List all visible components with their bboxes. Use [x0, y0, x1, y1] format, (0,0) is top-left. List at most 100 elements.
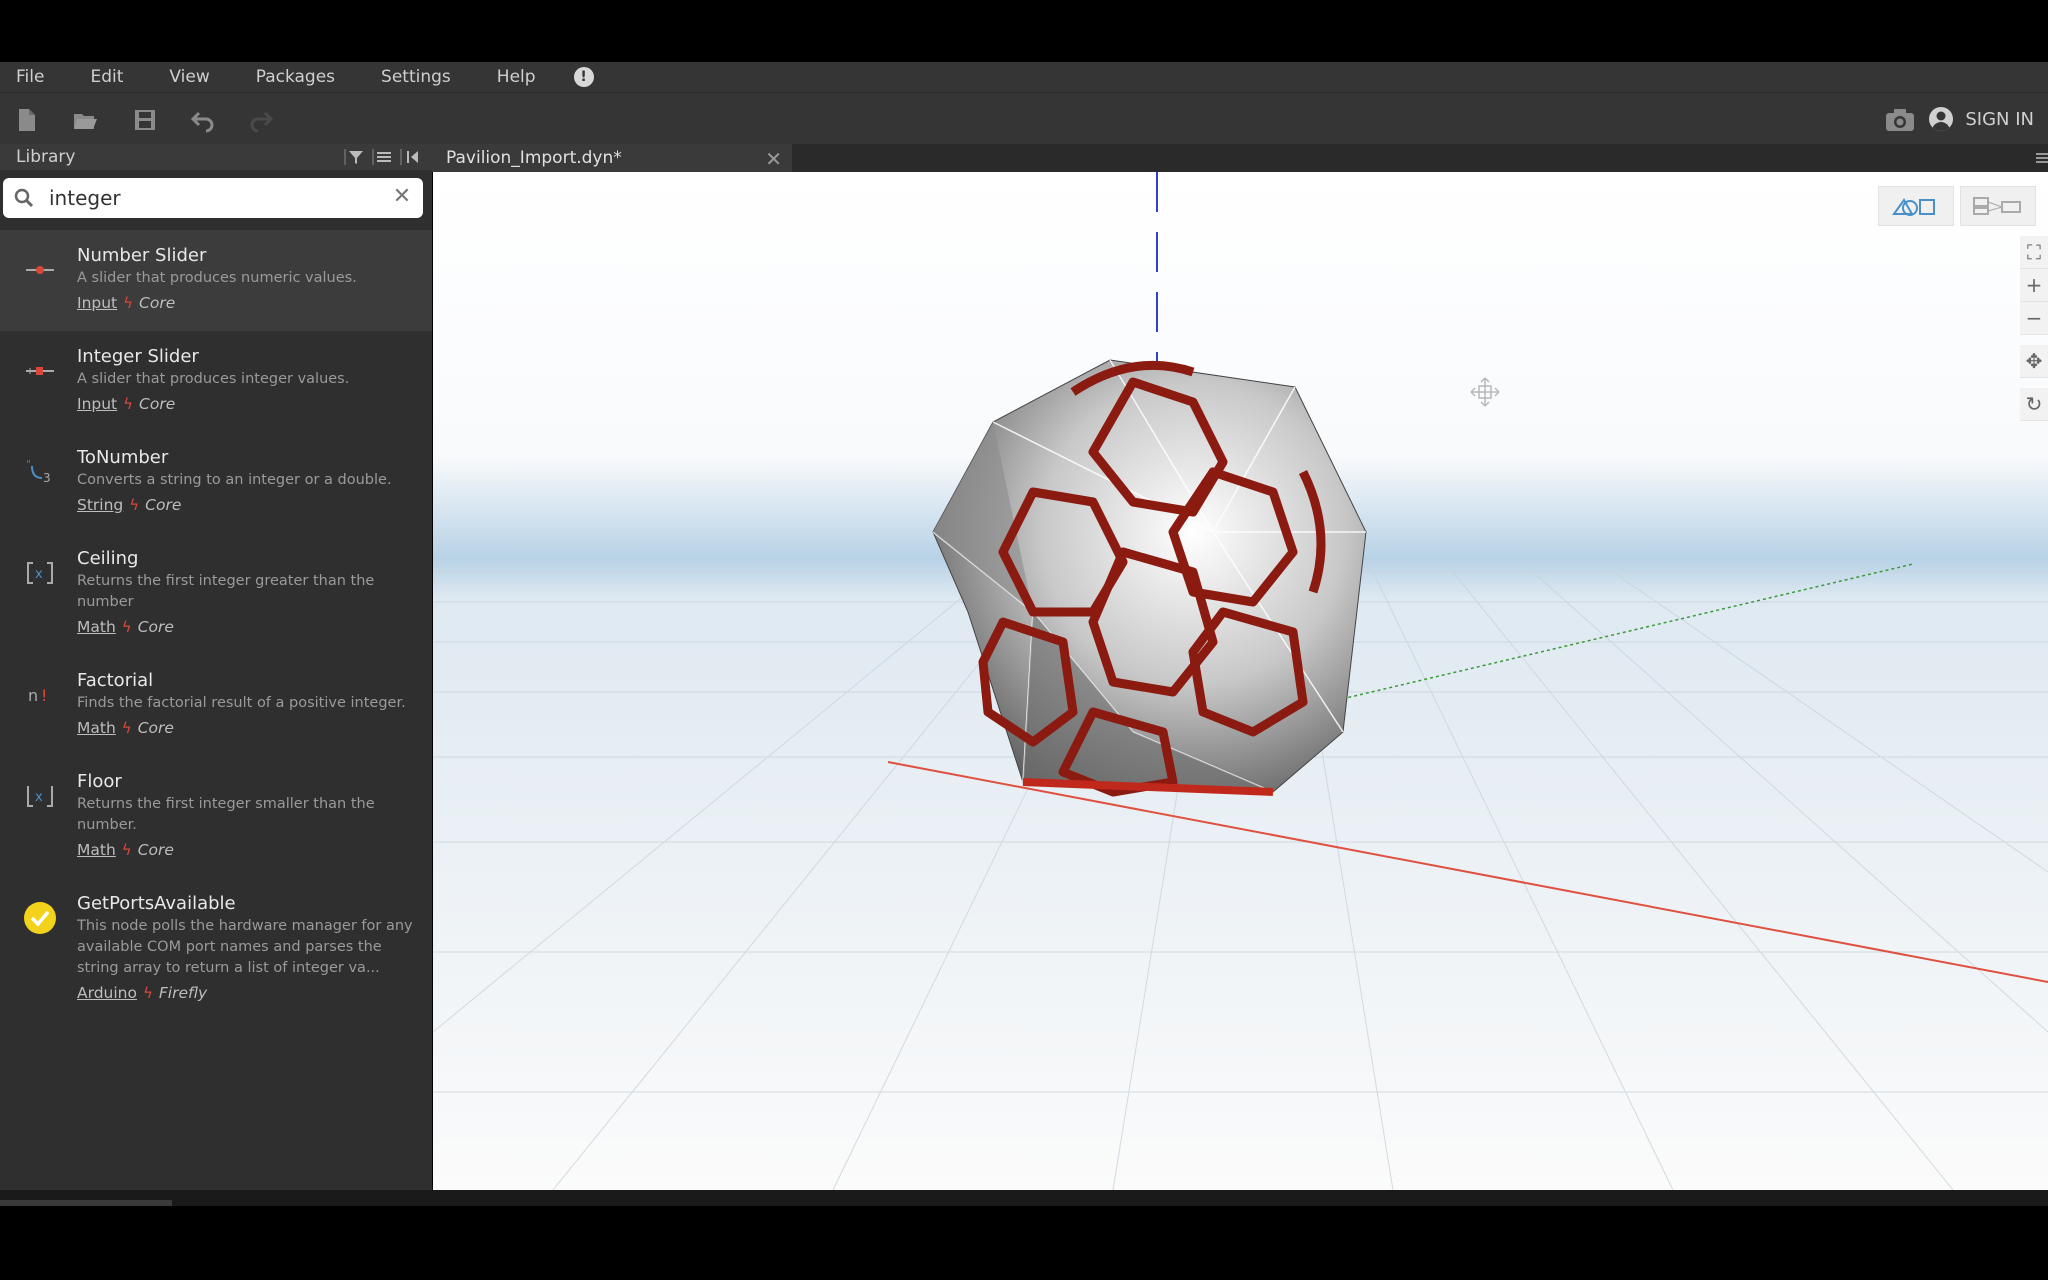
result-library: Core	[145, 496, 182, 514]
library-panel: Library ✕ Number Slider A slider that pr…	[0, 144, 432, 1190]
camera-icon[interactable]	[1884, 107, 1916, 133]
geometry-view-button[interactable]	[1878, 186, 1954, 226]
list-item[interactable]: Number Slider A slider that produces num…	[0, 230, 432, 331]
svg-text:x: x	[35, 790, 43, 805]
result-category[interactable]: Input	[77, 392, 117, 416]
menu-icon[interactable]	[2034, 148, 2048, 168]
lightning-icon: ϟ	[129, 496, 140, 514]
result-name: Ceiling	[77, 548, 139, 569]
search-results: Number Slider A slider that produces num…	[0, 230, 432, 1018]
result-name: Integer Slider	[77, 346, 199, 367]
pan-icon[interactable]: ✥	[2020, 345, 2048, 378]
library-search: ✕	[3, 178, 423, 218]
lightning-icon: ϟ	[121, 618, 132, 636]
list-item[interactable]: x Floor Returns the first integer smalle…	[0, 756, 432, 878]
result-meta: String ϟ Core	[77, 493, 416, 517]
result-library: Core	[137, 841, 174, 859]
3d-scene	[433, 172, 2048, 1190]
top-letterbox	[0, 0, 2048, 62]
toolbar: SIGN IN	[0, 92, 2048, 145]
orbit-icon[interactable]: ↻	[2020, 388, 2048, 421]
svg-text:": "	[26, 458, 31, 471]
menu-file[interactable]: File	[16, 67, 44, 87]
result-meta: Input ϟ Core	[77, 291, 416, 315]
result-meta: Math ϟ Core	[77, 716, 416, 740]
redo-icon[interactable]	[248, 107, 274, 133]
sign-in-button[interactable]: SIGN IN	[1929, 107, 2034, 131]
check-circle-icon	[22, 900, 58, 936]
menu-help[interactable]: Help	[497, 67, 536, 87]
list-item[interactable]: x Ceiling Returns the first integer grea…	[0, 533, 432, 655]
close-icon[interactable]: ✕	[765, 147, 782, 171]
collapse-panel-icon[interactable]	[400, 148, 422, 166]
zoom-fit-icon[interactable]: ⛶	[2020, 236, 2048, 269]
factorial-icon: n!	[22, 677, 58, 713]
menu-bar: File Edit View Packages Settings Help !	[0, 62, 2048, 92]
ceiling-icon: x	[22, 555, 58, 591]
result-category[interactable]: Arduino	[77, 981, 137, 1005]
svg-text:!: !	[41, 686, 47, 705]
slider-icon	[22, 252, 58, 288]
result-meta: Math ϟ Core	[77, 615, 416, 639]
result-library: Core	[139, 294, 176, 312]
result-library: Core	[137, 618, 174, 636]
list-view-icon[interactable]	[372, 148, 394, 166]
result-category[interactable]: Input	[77, 291, 117, 315]
menu-settings[interactable]: Settings	[381, 67, 451, 87]
zoom-out-icon[interactable]: −	[2020, 302, 2048, 335]
undo-icon[interactable]	[190, 107, 216, 133]
tab-pavilion-import[interactable]: Pavilion_Import.dyn* ✕	[432, 144, 792, 172]
search-icon	[14, 188, 34, 208]
result-library: Core	[139, 395, 176, 413]
zoom-in-icon[interactable]: +	[2020, 269, 2048, 302]
user-icon	[1929, 107, 1954, 131]
integer-slider-icon	[22, 353, 58, 389]
result-meta: Input ϟ Core	[77, 392, 416, 416]
result-category[interactable]: Math	[77, 838, 116, 862]
svg-text:3: 3	[43, 471, 51, 485]
floor-icon: x	[22, 778, 58, 814]
open-folder-icon[interactable]	[72, 107, 98, 133]
menu-edit[interactable]: Edit	[90, 67, 123, 87]
lightning-icon: ϟ	[142, 984, 153, 1002]
menu-view[interactable]: View	[169, 67, 209, 87]
result-description: This node polls the hardware manager for…	[77, 918, 413, 976]
list-item[interactable]: n! Factorial Finds the factorial result …	[0, 655, 432, 756]
library-tools	[344, 148, 422, 166]
status-bar	[0, 1190, 2048, 1206]
lightning-icon: ϟ	[123, 395, 134, 413]
lightning-icon: ϟ	[123, 294, 134, 312]
svg-text:x: x	[35, 567, 43, 582]
library-header: Library	[0, 144, 432, 170]
new-file-icon[interactable]	[14, 107, 40, 133]
list-item[interactable]: " 3 ToNumber Converts a string to an inte…	[0, 432, 432, 533]
result-description: Converts a string to an integer or a dou…	[77, 472, 392, 488]
geometry-view-icon	[1892, 198, 1935, 216]
view-mode-toggle	[1878, 186, 2038, 226]
list-item[interactable]: Integer Slider A slider that produces in…	[0, 331, 432, 432]
menu-packages[interactable]: Packages	[256, 67, 335, 87]
result-description: Returns the first integer smaller than t…	[77, 796, 375, 833]
clear-search-icon[interactable]: ✕	[391, 186, 413, 208]
result-description: A slider that produces numeric values.	[77, 270, 357, 286]
result-category[interactable]: Math	[77, 716, 116, 740]
result-category[interactable]: Math	[77, 615, 116, 639]
result-meta: Arduino ϟ Firefly	[77, 981, 416, 1005]
tab-title: Pavilion_Import.dyn*	[446, 148, 622, 168]
graph-view-button[interactable]	[1960, 186, 2036, 226]
filter-icon[interactable]	[344, 148, 366, 166]
lightning-icon: ϟ	[121, 719, 132, 737]
3d-viewport[interactable]: ⛶ + − ✥ ↻	[433, 172, 2048, 1190]
graph-view-icon	[1973, 197, 2021, 215]
result-library: Core	[137, 719, 174, 737]
bottom-letterbox	[0, 1206, 2048, 1280]
result-name: Factorial	[77, 670, 154, 691]
list-item[interactable]: GetPortsAvailable This node polls the ha…	[0, 878, 432, 1018]
result-category[interactable]: String	[77, 493, 123, 517]
result-name: ToNumber	[77, 447, 169, 468]
notification-icon[interactable]: !	[573, 67, 594, 87]
save-icon[interactable]	[132, 107, 158, 133]
svg-text:n: n	[28, 686, 38, 705]
search-input[interactable]	[47, 185, 381, 211]
result-meta: Math ϟ Core	[77, 838, 416, 862]
